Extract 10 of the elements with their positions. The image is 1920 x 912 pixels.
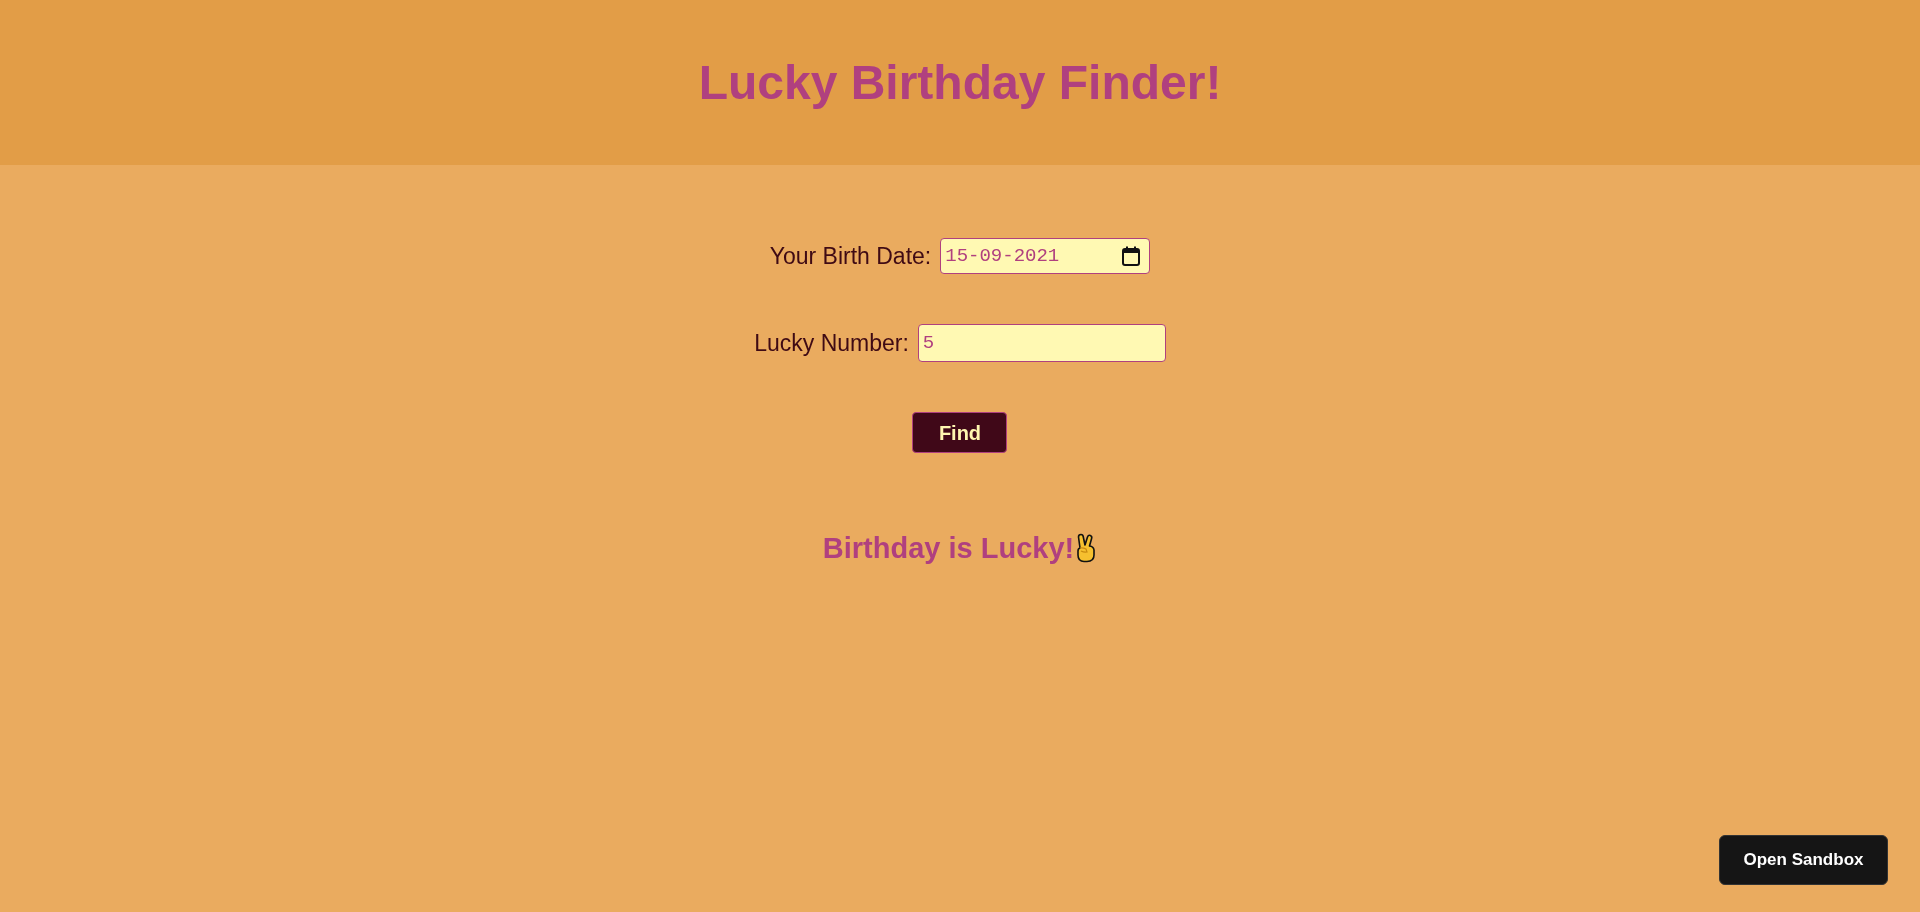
field-label: Your Birth Date: [769,241,932,271]
date-field[interactable]: 15-09-2021 [940,238,1151,274]
page-title: Lucky Birthday Finder! [698,58,1222,107]
calendar-icon[interactable] [1122,246,1141,266]
victory-hand-icon [1075,533,1098,563]
field-label: Lucky Number: [754,328,909,358]
open-sandbox-button[interactable]: Open Sandbox [1719,835,1888,885]
find-button[interactable]: Find [912,412,1008,453]
result-message: Birthday is Lucky! [822,533,1075,563]
number-field[interactable]: 5 [917,324,1166,362]
